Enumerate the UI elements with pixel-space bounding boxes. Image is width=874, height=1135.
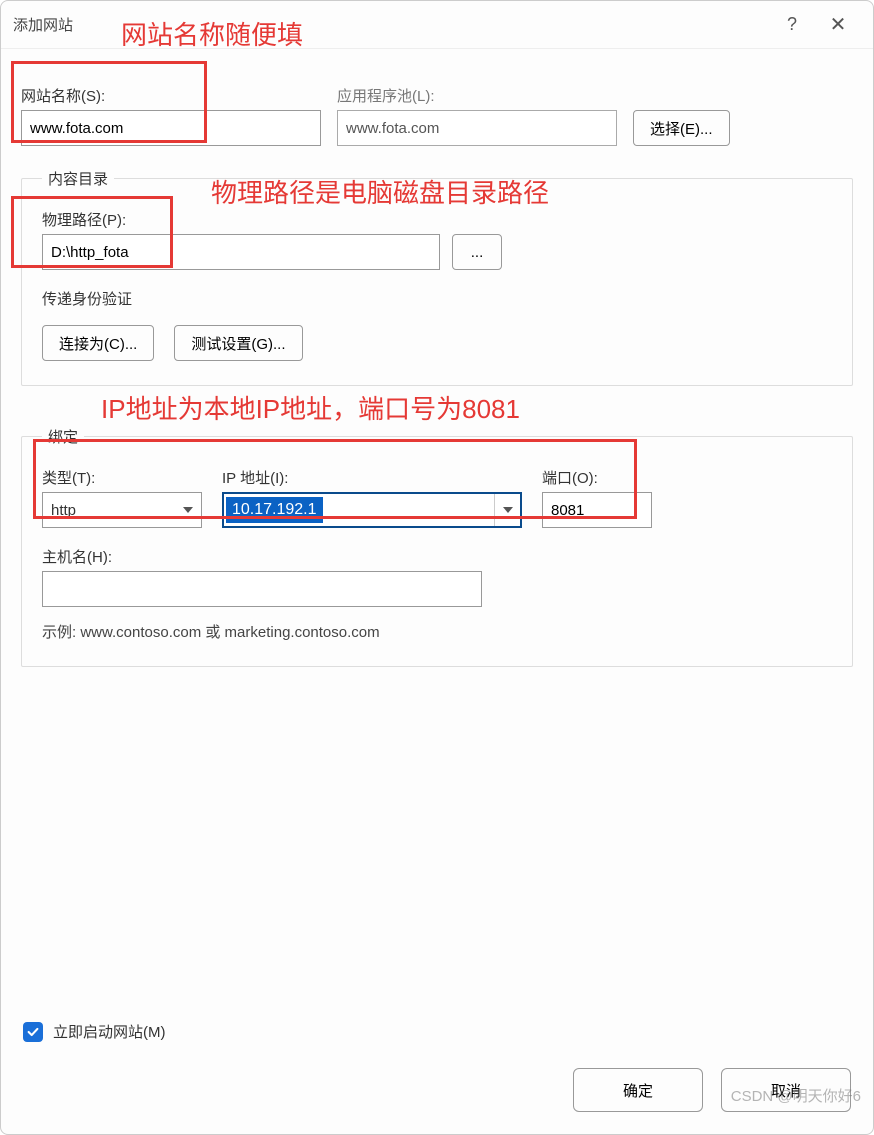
start-site-checkbox[interactable]: [23, 1022, 43, 1042]
select-pool-button[interactable]: 选择(E)...: [633, 110, 730, 146]
binding-legend: 绑定: [42, 426, 84, 447]
ip-select[interactable]: 10.17.192.1: [222, 492, 522, 528]
host-example: 示例: www.contoso.com 或 marketing.contoso.…: [42, 621, 832, 642]
close-icon: ✕: [830, 12, 847, 37]
titlebar: 添加网站 ? ✕: [1, 1, 873, 49]
ip-chevron-button[interactable]: [494, 494, 520, 526]
site-name-input[interactable]: [21, 110, 321, 146]
phys-path-input[interactable]: [42, 234, 440, 270]
test-settings-button[interactable]: 测试设置(G)...: [174, 325, 302, 361]
port-label: 端口(O):: [542, 467, 652, 488]
phys-path-label: 物理路径(P):: [42, 209, 502, 230]
ip-value: 10.17.192.1: [226, 497, 323, 523]
type-select[interactable]: http: [42, 492, 202, 528]
type-label: 类型(T):: [42, 467, 202, 488]
content-area: 网站名称(S): 应用程序池(L): www.fota.com 选择(E)...…: [1, 49, 873, 1134]
ok-button[interactable]: 确定: [573, 1068, 703, 1112]
cancel-button[interactable]: 取消: [721, 1068, 851, 1112]
chevron-down-icon: [503, 507, 513, 513]
content-dir-legend: 内容目录: [42, 168, 114, 189]
host-label: 主机名(H):: [42, 546, 482, 567]
port-input[interactable]: [542, 492, 652, 528]
connect-as-button[interactable]: 连接为(C)...: [42, 325, 154, 361]
site-name-label: 网站名称(S):: [21, 85, 321, 106]
window-title: 添加网站: [13, 14, 73, 35]
chevron-down-icon: [183, 507, 193, 513]
check-icon: [26, 1025, 40, 1039]
start-site-row: 立即启动网站(M): [23, 1021, 166, 1042]
help-button[interactable]: ?: [769, 2, 815, 48]
help-icon: ?: [787, 14, 797, 35]
ip-label: IP 地址(I):: [222, 467, 522, 488]
host-input[interactable]: [42, 571, 482, 607]
passthrough-label: 传递身份验证: [42, 288, 832, 309]
type-value: http: [51, 502, 76, 519]
app-pool-value: www.fota.com: [337, 110, 617, 146]
dialog-footer: 确定 取消: [573, 1068, 851, 1112]
content-dir-group: 内容目录 物理路径(P): ... 传递身份验证 连接为(C)... 测试设置(…: [21, 168, 853, 386]
dialog-window: 添加网站 ? ✕ 网站名称(S): 应用程序池(L): www.fota.com…: [0, 0, 874, 1135]
app-pool-label: 应用程序池(L):: [337, 85, 617, 106]
start-site-label: 立即启动网站(M): [53, 1021, 166, 1042]
browse-button[interactable]: ...: [452, 234, 502, 270]
binding-group: 绑定 类型(T): http IP 地址(I): 10.17.192.1: [21, 426, 853, 667]
close-button[interactable]: ✕: [815, 2, 861, 48]
